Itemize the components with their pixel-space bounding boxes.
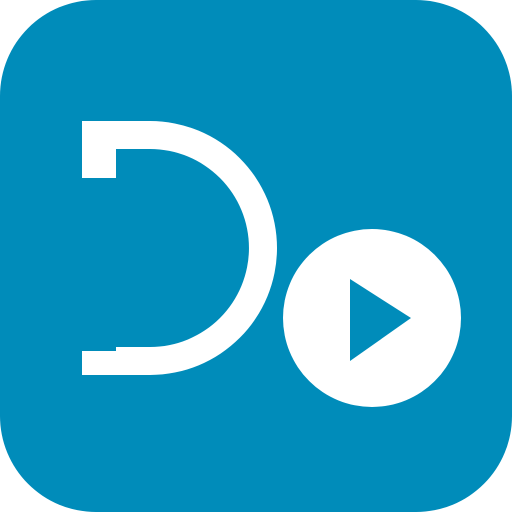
app-icon-canvas: [0, 0, 512, 512]
play-circle-icon: [283, 229, 461, 407]
app-logo-icon: [0, 0, 512, 512]
